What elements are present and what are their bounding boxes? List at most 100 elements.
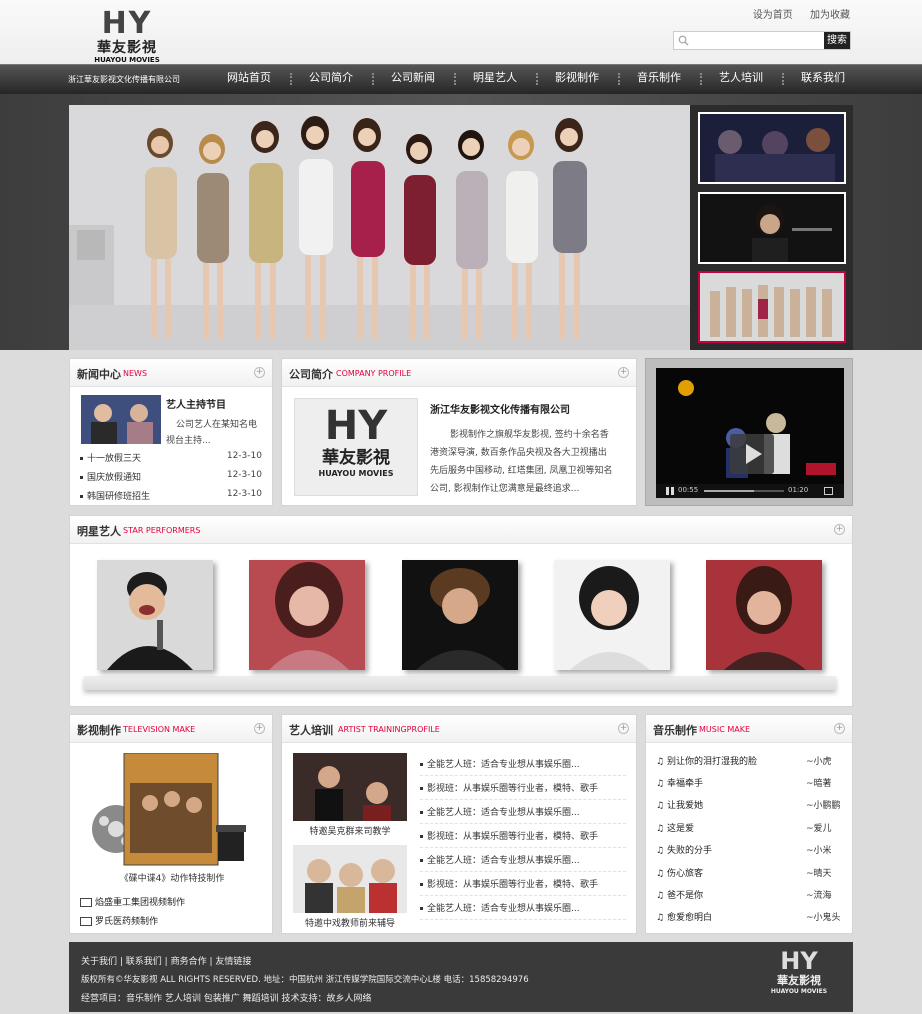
- training-title-en: ARTIST TRAININGPROFILE: [338, 725, 440, 734]
- nav-item-music[interactable]: 音乐制作: [618, 64, 700, 94]
- training-item[interactable]: 全能艺人班：适合专业想从事娱乐圈...: [420, 901, 580, 914]
- news-more-icon[interactable]: +: [254, 367, 265, 378]
- training-item[interactable]: 影视班：从事娱乐圈等行业者，模特、歌手: [420, 877, 598, 890]
- song-item[interactable]: ♫ 别让你的泪打湿我的脸: [656, 754, 757, 767]
- video-frame: [656, 368, 844, 498]
- footer-links: 关于我们 | 联系我们 | 商务合作 | 友情链接: [81, 957, 252, 967]
- star-photo-5[interactable]: [706, 560, 822, 670]
- star-image-2: [249, 560, 365, 670]
- play-button[interactable]: [730, 434, 774, 474]
- company-header: 公司简介 COMPANY PROFILE +: [282, 359, 636, 387]
- nav-item-contact[interactable]: 联系我们: [782, 64, 864, 94]
- song-item[interactable]: ♫ 这是爱: [656, 821, 694, 834]
- nav-item-home[interactable]: 网站首页: [208, 64, 290, 94]
- training-item[interactable]: 全能艺人班：适合专业想从事娱乐圈...: [420, 805, 580, 818]
- star-photo-1[interactable]: [97, 560, 213, 670]
- training-image-1: [293, 753, 407, 821]
- banner-thumb-1[interactable]: [698, 112, 846, 184]
- tv-title-en: TELEVISION MAKE: [123, 725, 196, 734]
- song-title: 这是爱: [666, 824, 694, 834]
- tv-poster[interactable]: [90, 752, 248, 867]
- song-item[interactable]: ♫ 幸福牵手: [656, 776, 703, 789]
- music-note-icon: ♫: [656, 824, 667, 834]
- news-featured-title[interactable]: 艺人主持节目: [166, 396, 226, 411]
- tv-item[interactable]: 罗氏医药频制作: [80, 914, 158, 927]
- training-item[interactable]: 全能艺人班：适合专业想从事娱乐圈...: [420, 853, 580, 866]
- stars-header: 明星艺人 STAR PERFORMERS +: [70, 516, 852, 544]
- training-photo-1[interactable]: [293, 753, 407, 821]
- footer-link-about[interactable]: 关于我们: [81, 957, 117, 967]
- banner-thumb-2[interactable]: [698, 192, 846, 264]
- nav-item-training[interactable]: 艺人培训: [700, 64, 782, 94]
- training-item-label: 全能艺人班：适合专业想从事娱乐圈...: [427, 760, 580, 770]
- banner-image[interactable]: [69, 105, 690, 350]
- news-item[interactable]: 十一放假三天: [80, 451, 141, 464]
- stars-title: 明星艺人: [77, 525, 121, 538]
- search-input[interactable]: [692, 33, 824, 48]
- song-artist: ~小鬼头: [806, 913, 841, 923]
- tv-more-icon[interactable]: +: [254, 723, 265, 734]
- footer-link-business[interactable]: 商务合作: [171, 957, 207, 967]
- song-title: 愈爱愈明白: [666, 913, 712, 923]
- news-title: 新闻中心: [77, 368, 121, 381]
- set-home-link[interactable]: 设为首页: [753, 10, 793, 21]
- tv-header: 影视制作 TELEVISION MAKE +: [70, 715, 272, 743]
- song-title: 失败的分手: [666, 846, 712, 856]
- divider: [420, 871, 626, 872]
- stars-more-icon[interactable]: +: [834, 524, 845, 535]
- music-more-icon[interactable]: +: [834, 723, 845, 734]
- tv-icon: [80, 917, 92, 926]
- news-item[interactable]: 国庆放假通知: [80, 470, 141, 483]
- bullet-icon: [420, 787, 423, 790]
- song-title: 爸不是你: [666, 891, 703, 901]
- tv-poster-caption: 《碟中谍4》动作特技制作: [119, 874, 225, 884]
- divider: [420, 823, 626, 824]
- star-photo-3[interactable]: [402, 560, 518, 670]
- news-header: 新闻中心 NEWS +: [70, 359, 272, 387]
- news-featured-image[interactable]: [81, 395, 161, 444]
- training-photo-2-caption: 特邀中戏教师前来辅导: [304, 919, 395, 929]
- nav-item-about[interactable]: 公司简介: [290, 64, 372, 94]
- tv-item[interactable]: 焰盛重工集团视频制作: [80, 895, 185, 908]
- footer-business: 经营项目：音乐制作 艺人培训 包装推广 舞蹈培训 技术支持：故乡人网络: [81, 994, 372, 1004]
- training-item[interactable]: 影视班：从事娱乐圈等行业者，模特、歌手: [420, 781, 598, 794]
- training-photo-2[interactable]: [293, 845, 407, 913]
- news-item[interactable]: 韩国研修班招生: [80, 489, 150, 502]
- training-header: 艺人培训 ARTIST TRAININGPROFILE +: [282, 715, 636, 743]
- company-more-icon[interactable]: +: [618, 367, 629, 378]
- banner-thumb-3[interactable]: [698, 271, 846, 343]
- nav-item-tv[interactable]: 影视制作: [536, 64, 618, 94]
- star-photo-2[interactable]: [249, 560, 365, 670]
- search-box: 搜索: [673, 31, 851, 50]
- add-favorite-link[interactable]: 加为收藏: [810, 10, 850, 21]
- song-artist: ~爱儿: [806, 824, 832, 834]
- training-item[interactable]: 影视班：从事娱乐圈等行业者，模特、歌手: [420, 829, 598, 842]
- song-item[interactable]: ♫ 爸不是你: [656, 888, 703, 901]
- fullscreen-icon[interactable]: [824, 487, 833, 495]
- song-item[interactable]: ♫ 伤心旅客: [656, 866, 703, 879]
- nav-item-news[interactable]: 公司新闻: [372, 64, 454, 94]
- company-subtitle: 浙江華友影视文化传播有限公司: [68, 75, 180, 84]
- music-title-en: MUSIC MAKE: [699, 725, 750, 734]
- thumb-image-2: [700, 194, 844, 262]
- video-current-time: 00:55: [678, 486, 699, 494]
- footer-link-contact[interactable]: 联系我们: [126, 957, 162, 967]
- song-item[interactable]: ♫ 愈爱愈明白: [656, 910, 712, 923]
- song-item[interactable]: ♫ 失败的分手: [656, 843, 712, 856]
- nav-item-stars[interactable]: 明星艺人: [454, 64, 536, 94]
- video-player[interactable]: 00:55 01:20: [656, 368, 844, 498]
- star-photo-4[interactable]: [554, 560, 670, 670]
- star-image-5: [706, 560, 822, 670]
- site-logo[interactable]: HY 華友影視 HUAYOU MOVIES: [68, 8, 186, 65]
- song-title: 让我爱她: [666, 801, 703, 811]
- tv-item-label: 罗氏医药频制作: [95, 917, 159, 927]
- pause-icon[interactable]: [666, 487, 674, 495]
- training-item[interactable]: 全能艺人班：适合专业想从事娱乐圈...: [420, 757, 580, 770]
- search-button[interactable]: 搜索: [824, 32, 850, 49]
- footer-link-friends[interactable]: 友情链接: [215, 957, 251, 967]
- song-artist: ~小米: [806, 846, 832, 856]
- training-more-icon[interactable]: +: [618, 723, 629, 734]
- song-item[interactable]: ♫ 让我爱她: [656, 798, 703, 811]
- video-progress-bar[interactable]: [704, 490, 784, 492]
- footer-logo: HY 華友影視 HUAYOU MOVIES: [759, 948, 839, 995]
